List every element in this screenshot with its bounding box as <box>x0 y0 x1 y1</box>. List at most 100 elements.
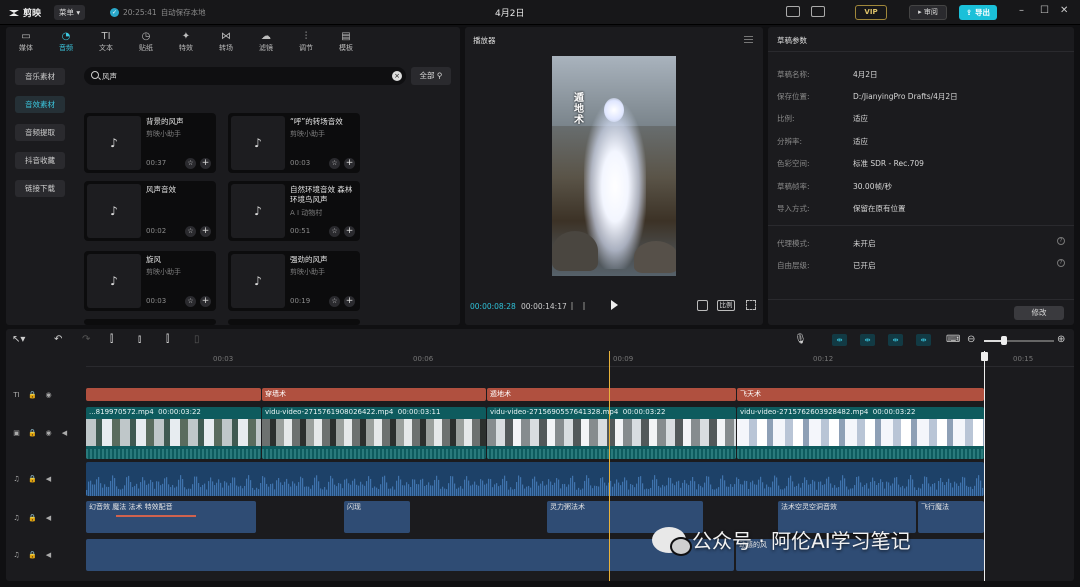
subtitle-icon[interactable]: ⌨ <box>946 334 960 346</box>
sound-card[interactable] <box>228 319 360 325</box>
link-clips-icon[interactable]: ⇹ <box>832 334 847 346</box>
tab-filter[interactable]: ☁ 滤镜 <box>246 27 286 55</box>
side-item-extract-audio[interactable]: 音频提取 <box>15 124 65 141</box>
tab-adjust[interactable]: ⫶ 调节 <box>286 27 326 55</box>
shortcut-icon[interactable] <box>786 6 800 17</box>
eye-icon[interactable]: ◉ <box>44 428 53 437</box>
layout-icon[interactable] <box>811 6 825 17</box>
text-clip[interactable] <box>86 388 261 401</box>
text-clip[interactable]: 穿墙术 <box>262 388 486 401</box>
trim-left-icon[interactable]: ⫾ <box>138 334 141 346</box>
end-marker-handle[interactable] <box>981 352 988 361</box>
speaker-icon[interactable]: ◀ <box>60 428 69 437</box>
timecode-grid-icon[interactable] <box>571 302 585 310</box>
text-clip[interactable]: 遁地术 <box>487 388 736 401</box>
maximize-icon[interactable]: ☐ <box>1040 6 1049 16</box>
sound-card[interactable]: ♪ “呼”的转场音效 剪映小助手 00:03 ☆ + <box>228 113 360 173</box>
linkage-icon[interactable]: ⇹ <box>888 334 903 346</box>
fullscreen-icon[interactable] <box>746 300 756 310</box>
add-plus-icon[interactable]: + <box>200 226 211 237</box>
waveform-bar <box>540 483 542 496</box>
sound-card[interactable]: ♪ 自然环境音效 森林环境鸟风声 A I 动物村 00:51 ☆ + <box>228 181 360 241</box>
select-cursor-icon[interactable]: ↖▾ <box>12 334 25 346</box>
audio-clip[interactable]: 闪现 <box>344 501 410 533</box>
help-icon[interactable]: ? <box>1057 259 1065 267</box>
undo-icon[interactable]: ↶ <box>54 334 62 346</box>
vip-badge[interactable]: VIP <box>855 5 887 20</box>
text-clip[interactable]: 飞天术 <box>737 388 984 401</box>
lock-icon[interactable]: 🔒 <box>28 474 37 483</box>
sound-card[interactable]: ♪ 旋风 剪映小助手 00:03 ☆ + <box>84 251 216 311</box>
snap-icon[interactable]: ⇹ <box>860 334 875 346</box>
add-plus-icon[interactable]: + <box>200 296 211 307</box>
redo-icon[interactable]: ↷ <box>82 334 90 346</box>
sound-card[interactable]: ♪ 背景的风声 剪映小助手 00:37 ☆ + <box>84 113 216 173</box>
tab-audio[interactable]: ◔ 音频 <box>46 27 86 55</box>
favorite-star-icon[interactable]: ☆ <box>329 158 340 169</box>
sound-card[interactable]: ♪ 强劲的风声 剪映小助手 00:19 ☆ + <box>228 251 360 311</box>
video-preview[interactable]: 遁地术 <box>552 56 676 276</box>
review-button[interactable]: ▸ 审阅 <box>909 5 947 20</box>
trim-right-icon[interactable]: ⫿ <box>166 334 169 346</box>
video-clip[interactable]: ...819970572.mp4 00:00:03:22 <box>86 407 261 459</box>
zoom-out-icon[interactable]: ⊖ <box>967 334 975 346</box>
lock-icon[interactable]: 🔒 <box>28 550 37 559</box>
audio-clip[interactable]: 飞行魔法 <box>918 501 984 533</box>
favorite-star-icon[interactable]: ☆ <box>329 296 340 307</box>
close-icon[interactable]: ✕ <box>1060 6 1068 16</box>
playhead[interactable] <box>609 351 610 581</box>
tab-template[interactable]: ▤ 模板 <box>326 27 366 55</box>
delete-icon[interactable]: ▯ <box>194 334 200 346</box>
favorite-star-icon[interactable]: ☆ <box>185 226 196 237</box>
add-plus-icon[interactable]: + <box>344 296 355 307</box>
ratio-button[interactable]: 比例 <box>717 300 735 311</box>
zoom-in-icon[interactable]: ⊕ <box>1057 334 1065 346</box>
favorite-star-icon[interactable]: ☆ <box>329 226 340 237</box>
add-plus-icon[interactable]: + <box>200 158 211 169</box>
add-plus-icon[interactable]: + <box>344 158 355 169</box>
audio-clip-main[interactable] <box>86 462 984 496</box>
tab-sticker[interactable]: ◷ 贴纸 <box>126 27 166 55</box>
help-icon[interactable]: ? <box>1057 237 1065 245</box>
fit-screen-icon[interactable] <box>697 300 708 311</box>
menu-icon[interactable] <box>744 36 753 43</box>
tab-transition[interactable]: ⋈ 转场 <box>206 27 246 55</box>
export-button[interactable]: ⇪ 导出 <box>959 5 997 20</box>
sound-card[interactable]: ♪ 风声音效 00:02 ☆ + <box>84 181 216 241</box>
filter-button[interactable]: 全部 ⚲ <box>411 67 451 85</box>
tab-text[interactable]: TI 文本 <box>86 27 126 55</box>
clear-search-icon[interactable]: × <box>392 71 402 81</box>
video-clip[interactable]: vidu-video-2715761908026422.mp4 00:00:03… <box>262 407 486 459</box>
add-plus-icon[interactable]: + <box>344 226 355 237</box>
side-item-douyin-favorites[interactable]: 抖音收藏 <box>15 152 65 169</box>
speaker-icon[interactable]: ◀ <box>44 474 53 483</box>
speaker-icon[interactable]: ◀ <box>44 550 53 559</box>
video-clip[interactable]: vidu-video-2715690557641328.mp4 00:00:03… <box>487 407 736 459</box>
zoom-slider-handle[interactable] <box>1001 336 1007 345</box>
lock-icon[interactable]: 🔒 <box>28 428 37 437</box>
eye-icon[interactable]: ◉ <box>44 390 53 399</box>
menu-button[interactable]: 菜单 ▾ <box>54 5 86 20</box>
tab-media[interactable]: ▭ 媒体 <box>6 27 46 55</box>
audio-clip[interactable]: 幻音效 魔法 法术 特效配音 <box>86 501 256 533</box>
favorite-star-icon[interactable]: ☆ <box>185 158 196 169</box>
sound-card[interactable] <box>84 319 216 325</box>
side-item-music[interactable]: 音乐素材 <box>15 68 65 85</box>
side-item-sound-effects[interactable]: 音效素材 <box>15 96 65 113</box>
time-ruler[interactable]: 00:03 00:06 00:09 00:12 00:15 <box>86 351 1074 367</box>
search-input[interactable]: 风声 × <box>84 67 406 85</box>
split-icon[interactable]: ⫿ <box>110 334 113 346</box>
audio-clip[interactable]: 动感的风 <box>86 539 734 571</box>
favorite-star-icon[interactable]: ☆ <box>185 296 196 307</box>
tab-effects[interactable]: ✦ 特效 <box>166 27 206 55</box>
side-item-link-download[interactable]: 链接下载 <box>15 180 65 197</box>
modify-button[interactable]: 修改 <box>1014 306 1064 320</box>
microphone-icon[interactable]: 🎙 <box>794 334 807 346</box>
preview-axis-icon[interactable]: ⇹ <box>916 334 931 346</box>
video-clip[interactable]: vidu-video-2715762603928482.mp4 00:00:03… <box>737 407 984 459</box>
lock-icon[interactable]: 🔒 <box>28 513 37 522</box>
lock-icon[interactable]: 🔒 <box>28 390 37 399</box>
play-icon[interactable] <box>611 300 618 310</box>
speaker-icon[interactable]: ◀ <box>44 513 53 522</box>
minimize-icon[interactable]: – <box>1019 6 1024 16</box>
